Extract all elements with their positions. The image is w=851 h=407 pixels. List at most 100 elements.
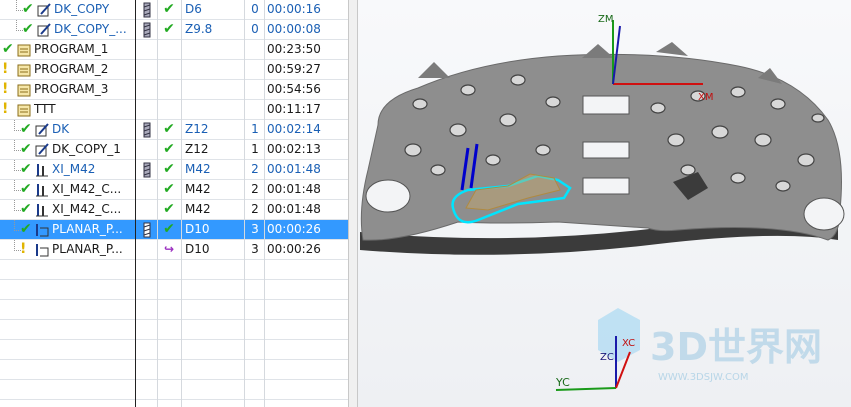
status-warning-icon: ! (2, 61, 9, 77)
status-complete-icon: ✔ (20, 201, 32, 217)
tool-number (247, 100, 263, 120)
mill-contour-icon (34, 142, 50, 158)
operation-row[interactable]: ✔ PROGRAM_1 00:23:50 (0, 40, 348, 60)
operation-row[interactable]: ✔ DK ✔ Z12 1 00:02:14 (0, 120, 348, 140)
operation-name: DK_COPY_1 (52, 142, 121, 156)
operation-row[interactable]: ! PLANAR_P... ↪ D10 3 00:00:26 (0, 240, 348, 260)
operation-row[interactable]: ! PROGRAM_3 00:54:56 (0, 80, 348, 100)
wcs-z-label: ZM (598, 14, 613, 25)
operation-name-cell[interactable]: ✔ DK_COPY (0, 0, 134, 20)
empty-row (0, 320, 348, 340)
path-status-cell: ✔ (158, 180, 180, 200)
operation-name-cell[interactable]: ✔ XI_M42_C... (0, 200, 134, 220)
status-complete-icon: ✔ (22, 1, 34, 17)
path-status-cell (158, 40, 180, 60)
tool-name (185, 100, 243, 120)
path-status-cell (158, 100, 180, 120)
empty-row (0, 280, 348, 300)
operation-list: ✔ DK_COPY ✔ D6 0 00:00:16 ✔ DK_COPY_... ✔ Z9.8 0 00… (0, 0, 348, 400)
tool-indicator-cell (137, 100, 157, 120)
operation-row[interactable]: ✔ XI_M42_C... ✔ M42 2 00:01:48 (0, 200, 348, 220)
column-divider (264, 0, 265, 407)
tool-number: 0 (251, 22, 259, 36)
tool-number: 2 (251, 202, 259, 216)
model-canvas[interactable]: ZM XM 3D世界网 WWW.3DSJW.COM ZC XC YC (358, 0, 851, 407)
operation-row[interactable]: ! TTT 00:11:17 (0, 100, 348, 120)
tool-indicator-cell (137, 140, 157, 160)
operation-name-cell[interactable]: ✔ XI_M42_C... (0, 180, 134, 200)
tool-number: 1 (251, 142, 259, 156)
planar-mill-icon (34, 242, 50, 258)
operation-name-cell[interactable]: ! TTT (0, 100, 134, 120)
tool-indicator-cell (137, 80, 157, 100)
part-tab (582, 44, 614, 58)
path-status-cell: ✔ (158, 220, 180, 240)
operation-row[interactable]: ✔ DK_COPY ✔ D6 0 00:00:16 (0, 0, 348, 20)
machining-time: 00:11:17 (267, 102, 321, 116)
operation-row[interactable]: ✔ XI_M42 ✔ M42 2 00:01:48 (0, 160, 348, 180)
status-complete-icon: ✔ (20, 221, 32, 237)
tool-name: D10 (185, 222, 210, 236)
tool-name (185, 80, 243, 100)
machining-time: 00:00:26 (267, 222, 321, 236)
tool-number: 3 (251, 242, 259, 256)
mill-contour-icon (34, 122, 50, 138)
status-complete-icon: ✔ (22, 21, 34, 37)
path-complete-icon: ✔ (163, 181, 175, 197)
part-slot (582, 177, 630, 195)
part-tab (656, 42, 688, 56)
tool-indicator-cell (137, 200, 157, 220)
operation-name-cell[interactable]: ! PROGRAM_3 (0, 80, 134, 100)
operation-name: XI_M42_C... (52, 202, 122, 216)
operation-name-cell[interactable]: ✔ XI_M42 (0, 160, 134, 180)
operation-row[interactable]: ✔ DK_COPY_... ✔ Z9.8 0 00:00:08 (0, 20, 348, 40)
tool-indicator-cell (137, 20, 157, 40)
machining-time: 00:01:48 (267, 182, 321, 196)
operation-name: PROGRAM_2 (34, 62, 109, 76)
tool-holder-icon (142, 222, 152, 240)
path-complete-icon: ✔ (163, 21, 175, 37)
status-complete-icon: ✔ (20, 161, 32, 177)
operation-row[interactable]: ✔ PLANAR_P... ✔ D10 3 00:00:26 (0, 220, 348, 240)
tool-number: 2 (251, 182, 259, 196)
machining-time: 00:01:48 (267, 202, 321, 216)
operation-name-cell[interactable]: ! PLANAR_P... (0, 240, 134, 260)
operation-name-cell[interactable]: ! PROGRAM_2 (0, 60, 134, 80)
operation-name-cell[interactable]: ✔ PROGRAM_1 (0, 40, 134, 60)
operation-name-cell[interactable]: ✔ DK_COPY_1 (0, 140, 134, 160)
tool-indicator-cell (137, 220, 157, 240)
machining-time: 00:00:26 (267, 242, 321, 256)
machining-time: 00:00:08 (267, 22, 321, 36)
mill-contour-icon (36, 2, 52, 18)
hole-drill-icon (34, 182, 50, 198)
tool-holder-icon (142, 2, 152, 20)
tool-indicator-cell (137, 60, 157, 80)
column-divider (135, 0, 136, 407)
operation-row[interactable]: ✔ XI_M42_C... ✔ M42 2 00:01:48 (0, 180, 348, 200)
watermark-url: WWW.3DSJW.COM (658, 372, 748, 383)
tool-name: D10 (185, 242, 210, 256)
tool-number: 3 (251, 222, 259, 236)
status-warning-icon: ! (2, 81, 9, 97)
operation-row[interactable]: ✔ DK_COPY_1 ✔ Z12 1 00:02:13 (0, 140, 348, 160)
tool-number: 1 (251, 122, 259, 136)
empty-row (0, 360, 348, 380)
operation-navigator: ✔ DK_COPY ✔ D6 0 00:00:16 ✔ DK_COPY_... ✔ Z9.8 0 00… (0, 0, 348, 407)
operation-name-cell[interactable]: ✔ DK (0, 120, 134, 140)
panel-splitter[interactable] (348, 0, 358, 407)
tool-indicator-cell (137, 160, 157, 180)
graphics-viewport[interactable]: ZM XM 3D世界网 WWW.3DSJW.COM ZC XC YC (358, 0, 851, 407)
path-status-cell: ✔ (158, 200, 180, 220)
path-complete-icon: ✔ (163, 1, 175, 17)
program-group-icon (16, 82, 32, 98)
empty-row (0, 300, 348, 320)
operation-name-cell[interactable]: ✔ DK_COPY_... (0, 20, 134, 40)
path-complete-icon: ✔ (163, 161, 175, 177)
tool-name: D6 (185, 2, 202, 16)
tool-name: M42 (185, 182, 211, 196)
operation-row[interactable]: ! PROGRAM_2 00:59:27 (0, 60, 348, 80)
operation-name-cell[interactable]: ✔ PLANAR_P... (0, 220, 134, 240)
tool-name: Z12 (185, 142, 209, 156)
operation-name: PROGRAM_1 (34, 42, 109, 56)
status-warning-icon: ! (2, 101, 9, 117)
